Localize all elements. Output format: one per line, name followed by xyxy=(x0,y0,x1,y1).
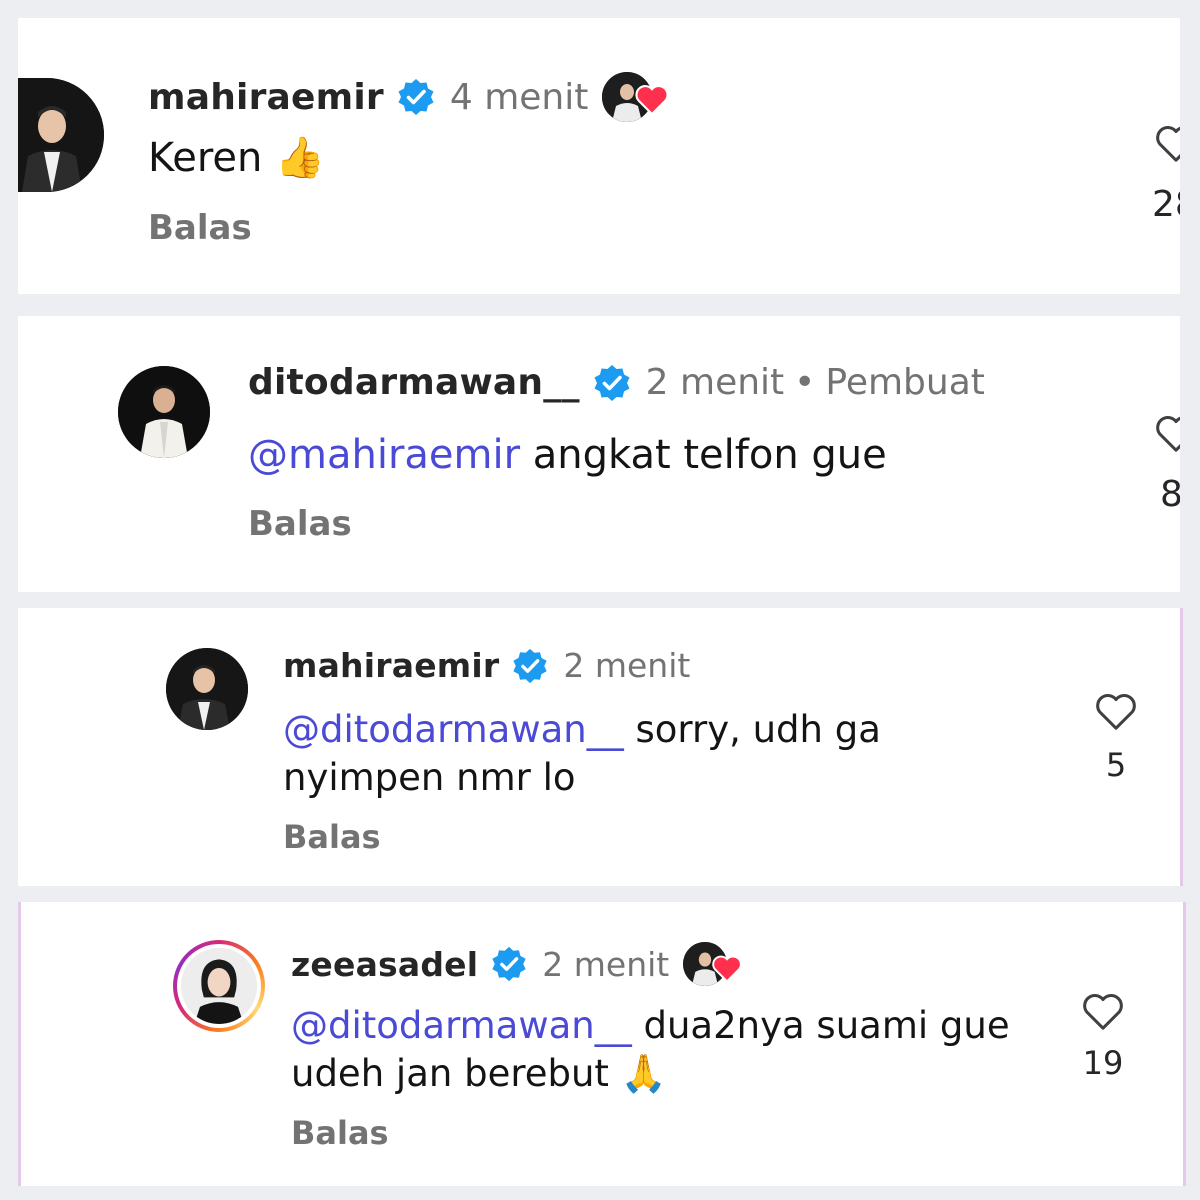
mention-link[interactable]: @ditodarmawan__ xyxy=(283,708,624,751)
like-button[interactable]: 28 xyxy=(1146,122,1180,225)
heart-icon xyxy=(711,952,743,991)
praying-hands-emoji: 🙏 xyxy=(620,1052,667,1095)
creator-label: Pembuat xyxy=(825,362,985,403)
like-button[interactable]: 19 xyxy=(1073,990,1133,1082)
avatar[interactable] xyxy=(118,366,210,458)
avatar xyxy=(181,948,257,1024)
verified-badge-icon xyxy=(396,77,436,117)
liked-by-creator xyxy=(683,942,742,986)
like-count: 8 xyxy=(1160,474,1180,515)
separator-dot: • xyxy=(794,362,816,403)
timestamp: 2 menit xyxy=(563,646,691,685)
username[interactable]: mahiraemir xyxy=(148,77,384,118)
comment-card: zeeasadel 2 menit @ditodarmawan__ dua2ny… xyxy=(18,902,1186,1186)
reply-button[interactable]: Balas xyxy=(248,504,352,544)
comment-text-line-1: sorry, udh ga xyxy=(635,708,881,751)
heart-outline-icon xyxy=(1083,994,1123,1030)
profile-photo xyxy=(18,78,104,192)
reply-button[interactable]: Balas xyxy=(283,818,381,856)
mention-link[interactable]: @mahiraemir xyxy=(248,432,520,478)
heart-icon xyxy=(634,82,670,125)
like-count: 5 xyxy=(1105,746,1127,784)
heart-outline-icon xyxy=(1096,694,1136,730)
thumbs-up-emoji: 👍 xyxy=(275,135,325,181)
profile-photo xyxy=(166,648,248,730)
profile-photo xyxy=(181,948,257,1024)
mention-link[interactable]: @ditodarmawan__ xyxy=(291,1004,632,1047)
comment-card: mahiraemir 2 menit @ditodarmawan__ sorry… xyxy=(18,608,1183,886)
timestamp: 4 menit xyxy=(449,76,589,118)
username[interactable]: zeeasadel xyxy=(291,945,478,984)
heart-outline-icon xyxy=(1156,416,1180,452)
profile-photo xyxy=(118,366,210,458)
reply-button[interactable]: Balas xyxy=(148,208,252,248)
username[interactable]: ditodarmawan__ xyxy=(248,362,580,403)
verified-badge-icon xyxy=(490,945,528,983)
avatar[interactable] xyxy=(18,78,104,192)
like-button[interactable]: 8 xyxy=(1146,412,1180,515)
liked-by-creator xyxy=(602,72,669,122)
comment-text-line-2: nyimpen nmr lo xyxy=(283,756,576,799)
comment-text: Keren xyxy=(148,135,263,181)
username[interactable]: mahiraemir xyxy=(283,646,499,685)
comment-text-line-1: dua2nya suami gue xyxy=(643,1004,1010,1047)
like-count: 28 xyxy=(1152,184,1180,225)
comment-card: mahiraemir 4 menit Keren 👍 Balas 28 xyxy=(18,18,1180,294)
avatar[interactable] xyxy=(166,648,248,730)
avatar-story-ring[interactable] xyxy=(173,940,265,1032)
comment-card: ditodarmawan__ 2 menit • Pembuat @mahira… xyxy=(18,316,1180,592)
reply-button[interactable]: Balas xyxy=(291,1114,389,1152)
verified-badge-icon xyxy=(511,647,549,685)
heart-outline-icon xyxy=(1156,126,1180,162)
timestamp: 2 menit xyxy=(542,944,670,984)
timestamp: 2 menit xyxy=(645,362,785,403)
comment-text-line-2: udeh jan berebut xyxy=(291,1052,609,1095)
verified-badge-icon xyxy=(592,363,632,403)
comment-text: angkat telfon gue xyxy=(532,432,887,478)
like-count: 19 xyxy=(1082,1044,1124,1082)
like-button[interactable]: 5 xyxy=(1086,690,1146,784)
